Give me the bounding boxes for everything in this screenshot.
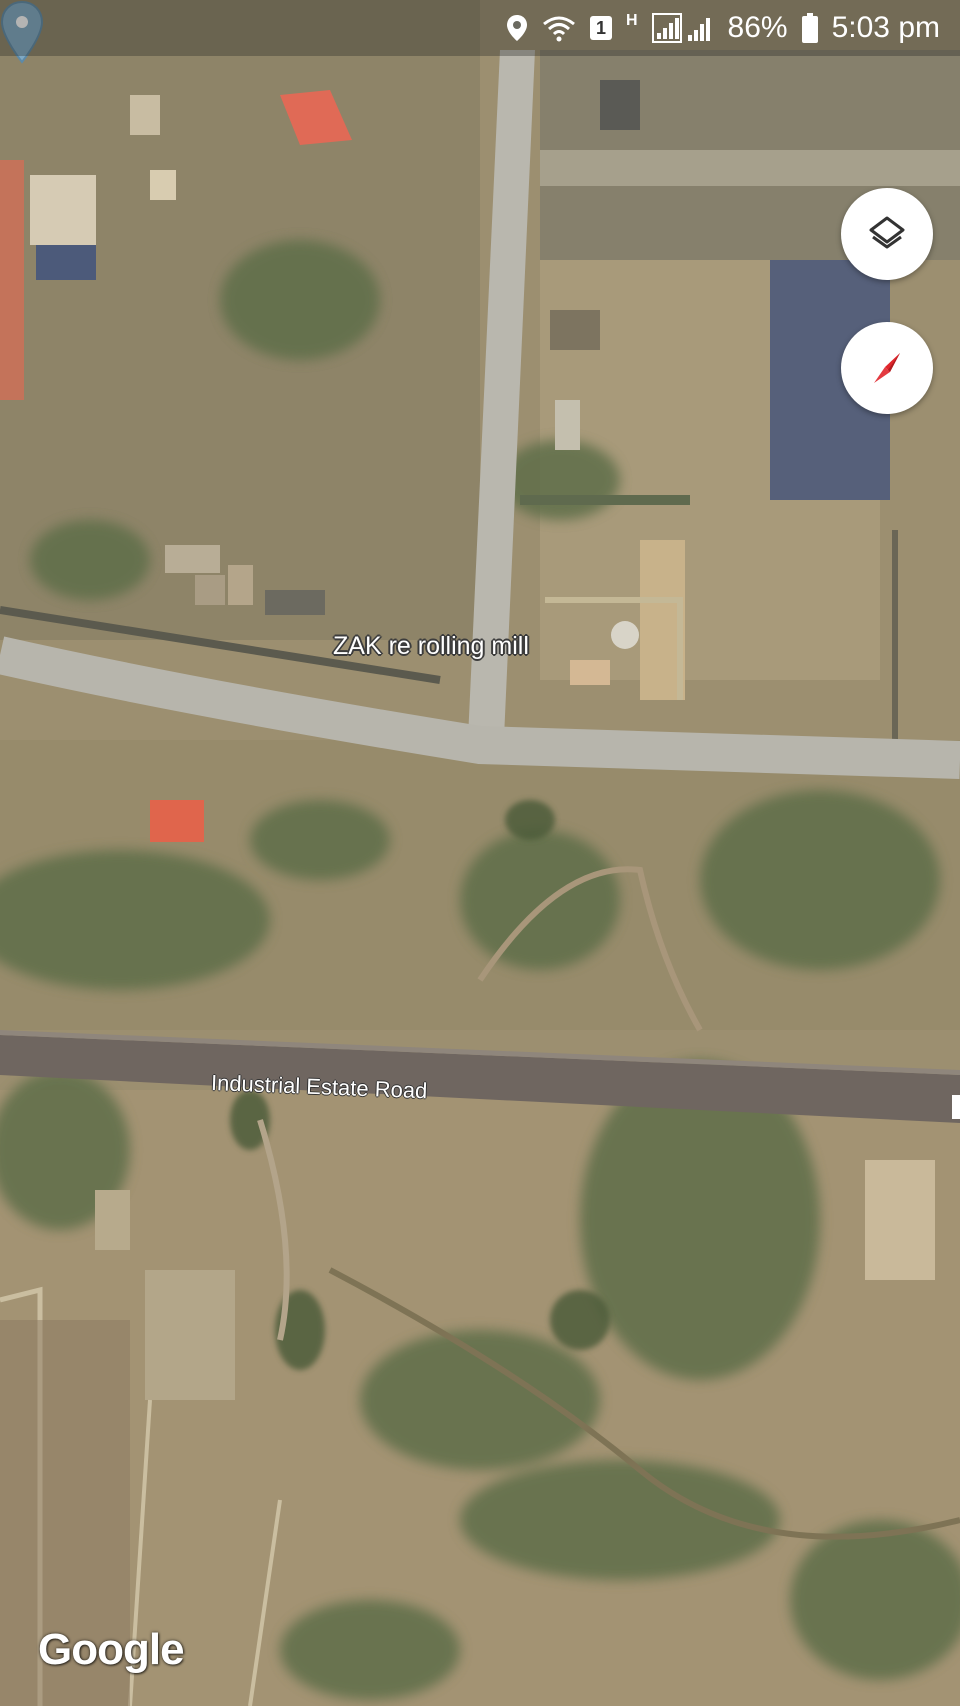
battery-percent: 86% — [727, 11, 788, 44]
google-attribution-logo: Google — [38, 1625, 185, 1674]
place-label[interactable]: ZAK re rolling mill — [333, 632, 529, 661]
layers-button[interactable] — [841, 188, 933, 280]
wifi-icon — [542, 14, 576, 42]
battery-icon — [801, 13, 818, 43]
network-type: H — [625, 12, 638, 29]
status-bar: 1 H 86% 5:03 pm — [0, 0, 960, 56]
status-time: 5:03 pm — [831, 11, 940, 44]
satellite-imagery — [0, 0, 960, 1706]
layers-icon — [869, 216, 905, 249]
compass-button[interactable] — [841, 322, 933, 414]
location-pin-icon — [506, 14, 528, 42]
signal-bars-icon — [651, 13, 714, 43]
sim-badge: 1 — [589, 16, 612, 40]
compass-icon — [874, 353, 900, 383]
satellite-map[interactable]: ZAK re rolling mill Industrial Estate Ro… — [0, 0, 960, 1706]
